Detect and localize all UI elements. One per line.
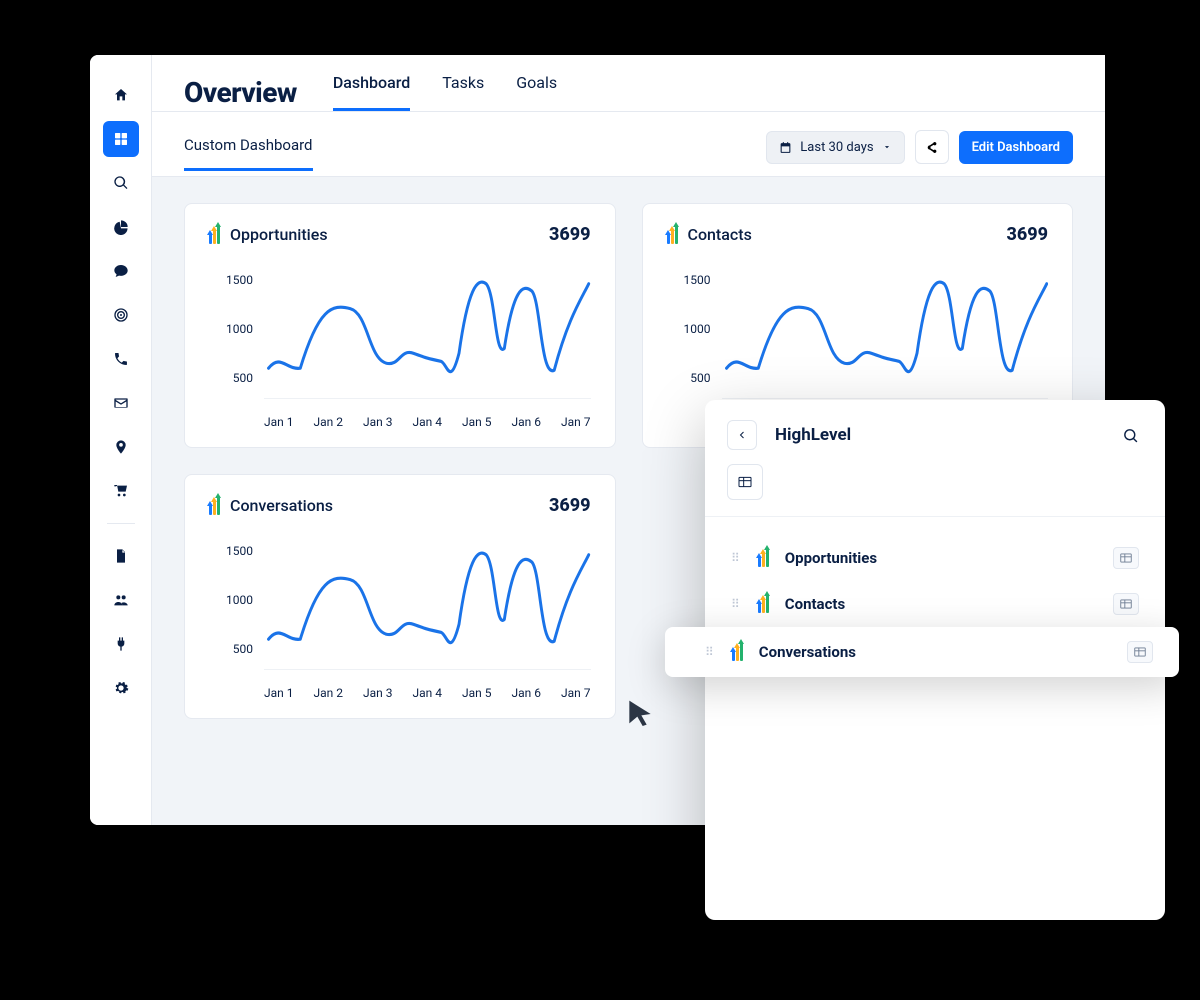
page-title: Overview — [184, 76, 297, 109]
chart: 1500 1000 500 Jan 1 Jan 2 Jan 3 — [209, 530, 591, 700]
picker-item-contacts[interactable]: ⠿ Contacts — [705, 581, 1165, 627]
widget-picker-panel: HighLevel ⠿ Opportunities ⠿ Contacts ⠿ C… — [705, 400, 1165, 920]
search-icon[interactable] — [103, 165, 139, 201]
tabs: Dashboard Tasks Goals — [333, 73, 557, 111]
toolbar: Last 30 days Edit Dashboard — [766, 130, 1073, 176]
cart-icon[interactable] — [103, 473, 139, 509]
grid-icon[interactable] — [103, 121, 139, 157]
picker-item-conversations[interactable]: ⠿ Conversations — [665, 627, 1179, 677]
plug-icon[interactable] — [103, 626, 139, 662]
sidebar-divider — [107, 523, 135, 524]
drag-handle-icon[interactable]: ⠿ — [731, 556, 742, 561]
view-toggle-table-button[interactable] — [727, 464, 763, 500]
search-icon — [1122, 427, 1139, 444]
table-chip-icon — [1113, 593, 1139, 615]
table-icon — [737, 474, 753, 490]
arrows-up-icon — [209, 226, 220, 244]
map-pin-icon[interactable] — [103, 429, 139, 465]
table-chip-icon — [1127, 641, 1153, 663]
picker-item-label: Opportunities — [785, 549, 1097, 567]
widget-title: Opportunities — [230, 225, 328, 244]
sidebar — [90, 55, 152, 825]
picker-search-button[interactable] — [1117, 422, 1143, 448]
share-icon — [925, 141, 938, 154]
table-chip-icon — [1113, 547, 1139, 569]
arrows-up-icon — [667, 226, 678, 244]
subtabs: Custom Dashboard — [184, 136, 313, 171]
home-icon[interactable] — [103, 77, 139, 113]
picker-title: HighLevel — [775, 425, 851, 445]
arrows-up-icon — [732, 643, 743, 661]
widget-value: 3699 — [549, 224, 591, 245]
picker-item-opportunities[interactable]: ⠿ Opportunities — [705, 535, 1165, 581]
chart: 1500 1000 500 Jan 1 Jan 2 Jan 3 — [209, 259, 591, 429]
arrows-up-icon — [758, 595, 769, 613]
widget-opportunities: Opportunities 3699 1500 1000 500 — [184, 203, 616, 448]
mail-icon[interactable] — [103, 385, 139, 421]
picker-item-label: Conversations — [759, 643, 1111, 661]
widget-title: Contacts — [688, 225, 752, 244]
users-icon[interactable] — [103, 582, 139, 618]
header: Overview Dashboard Tasks Goals — [152, 55, 1105, 112]
edit-dashboard-button[interactable]: Edit Dashboard — [959, 131, 1073, 164]
gear-icon[interactable] — [103, 670, 139, 706]
chat-icon[interactable] — [103, 253, 139, 289]
picker-list: ⠿ Opportunities ⠿ Contacts ⠿ Conversatio… — [705, 517, 1165, 695]
chevron-down-icon — [882, 142, 892, 152]
picker-item-label: Contacts — [785, 595, 1097, 613]
drag-handle-icon[interactable]: ⠿ — [731, 602, 742, 607]
arrows-up-icon — [758, 549, 769, 567]
tab-goals[interactable]: Goals — [516, 73, 557, 111]
arrows-up-icon — [209, 497, 220, 515]
drag-handle-icon[interactable]: ⠿ — [705, 650, 716, 655]
widget-value: 3699 — [549, 495, 591, 516]
pie-chart-icon[interactable] — [103, 209, 139, 245]
date-range-label: Last 30 days — [800, 140, 873, 155]
widget-title: Conversations — [230, 496, 333, 515]
back-button[interactable] — [727, 420, 757, 450]
chevron-left-icon — [736, 429, 748, 441]
widget-value: 3699 — [1006, 224, 1048, 245]
share-button[interactable] — [915, 130, 949, 164]
subheader: Custom Dashboard Last 30 days Edit Dashb… — [152, 112, 1105, 177]
phone-icon[interactable] — [103, 341, 139, 377]
tab-tasks[interactable]: Tasks — [442, 73, 484, 111]
widget-conversations: Conversations 3699 1500 1000 500 — [184, 474, 616, 719]
file-icon[interactable] — [103, 538, 139, 574]
target-icon[interactable] — [103, 297, 139, 333]
tab-dashboard[interactable]: Dashboard — [333, 73, 410, 111]
date-range-button[interactable]: Last 30 days — [766, 131, 904, 164]
subtab-custom-dashboard[interactable]: Custom Dashboard — [184, 136, 313, 171]
calendar-icon — [779, 141, 792, 154]
